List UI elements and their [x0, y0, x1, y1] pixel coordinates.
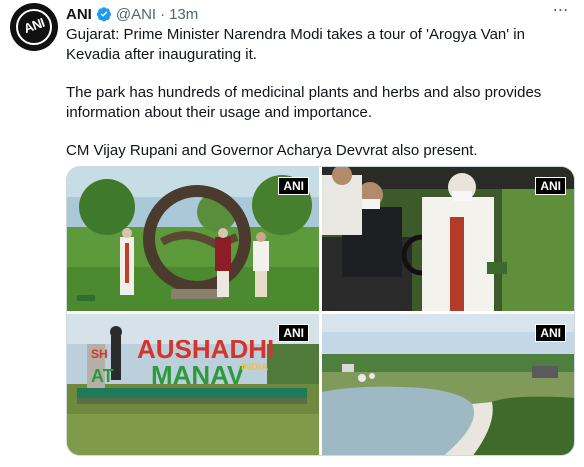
sign-suffix: INDIA: [241, 362, 268, 373]
media-photo-1[interactable]: ANI: [67, 167, 319, 311]
separator-dot: ·: [160, 5, 166, 23]
media-photo-2[interactable]: ANI: [322, 167, 574, 311]
tweet-text-paragraph-1: Gujarat: Prime Minister Narendra Modi ta…: [66, 26, 525, 63]
media-photo-3[interactable]: SH AUSHADHI AT MANAV INDIA ANI: [67, 314, 319, 455]
avatar[interactable]: ANI: [10, 3, 58, 51]
sign-line-2: MANAV: [151, 360, 245, 390]
more-horizontal-icon[interactable]: ⋯: [548, 0, 574, 20]
tweet[interactable]: ANI ANI @ANI · 13m ⋯ Gujarat: Prime Mini…: [0, 0, 584, 467]
author-handle[interactable]: @ANI: [116, 6, 156, 23]
media-grid: ANI ANI SH AUSHADHI AT MANAV INDIA ANI A…: [66, 166, 575, 456]
sign-prefix-2: AT: [91, 366, 114, 386]
tweet-header: ANI @ANI · 13m: [66, 4, 198, 24]
ani-watermark: ANI: [535, 324, 566, 342]
tweet-text-paragraph-2: The park has hundreds of medicinal plant…: [66, 84, 542, 121]
ani-watermark: ANI: [278, 324, 309, 342]
author-name[interactable]: ANI: [66, 6, 92, 23]
media-photo-4[interactable]: ANI: [322, 314, 574, 455]
tweet-text-paragraph-3: CM Vijay Rupani and Governor Acharya Dev…: [66, 142, 478, 159]
sign-prefix-1: SH: [91, 347, 108, 361]
ani-watermark: ANI: [535, 177, 566, 195]
ani-watermark: ANI: [278, 177, 309, 195]
verified-badge-icon: [96, 7, 111, 22]
timestamp[interactable]: 13m: [169, 6, 198, 23]
